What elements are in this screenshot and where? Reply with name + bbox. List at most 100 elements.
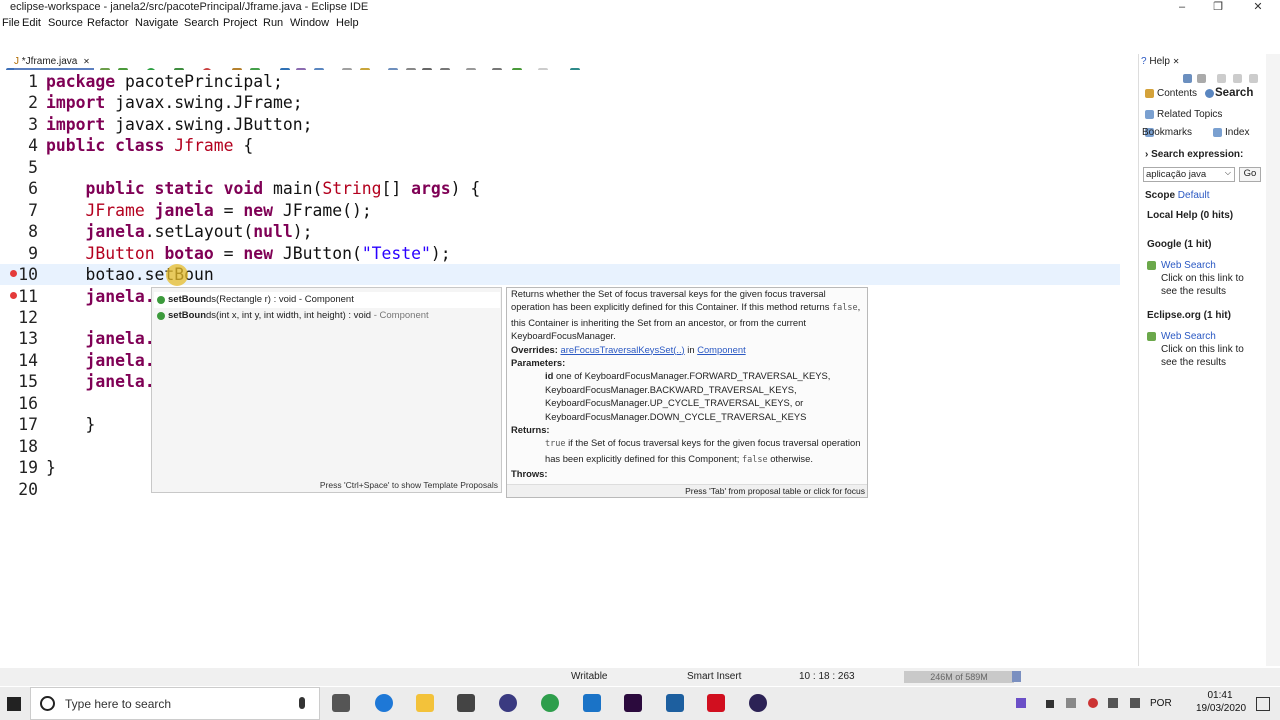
- line-number: 9: [28, 243, 38, 263]
- toc-icon[interactable]: [1183, 74, 1192, 83]
- search-link[interactable]: Search: [1215, 87, 1253, 99]
- tab-close-icon[interactable]: ✕: [83, 57, 90, 66]
- forward-icon[interactable]: [1233, 74, 1242, 83]
- help-tab[interactable]: ? Help ✕: [1141, 56, 1179, 67]
- menu-project[interactable]: Project: [223, 17, 257, 29]
- eclipse-icon[interactable]: [749, 694, 767, 712]
- menu-edit[interactable]: Edit: [22, 17, 41, 29]
- code-line[interactable]: 5: [0, 157, 1120, 178]
- main-toolbar: [0, 32, 1280, 78]
- javadoc-returns: true if the Set of focus traversal keys …: [545, 437, 861, 465]
- index-link[interactable]: Index: [1225, 127, 1249, 138]
- maximize-button[interactable]: ❐: [1198, 0, 1238, 14]
- menu-file[interactable]: File: [2, 17, 20, 29]
- tray-chevron-icon[interactable]: [1046, 700, 1054, 708]
- line-number: 5: [28, 157, 38, 177]
- proposal-match: setBoun: [168, 294, 206, 305]
- code-token: janela: [85, 222, 145, 242]
- search-expression-input[interactable]: aplicação java ⌵: [1143, 167, 1235, 182]
- back-icon[interactable]: [1217, 74, 1226, 83]
- mail-icon[interactable]: [583, 694, 601, 712]
- proposal-item[interactable]: setBounds(int x, int y, int width, int h…: [154, 308, 500, 324]
- tray-app-icon[interactable]: [1016, 698, 1026, 708]
- code-text: janela.: [46, 350, 154, 371]
- taskbar-search[interactable]: Type here to search: [30, 687, 320, 720]
- content-assist-popup[interactable]: setBounds(Rectangle r) : void - Componen…: [151, 287, 502, 493]
- menu-refactor[interactable]: Refactor: [87, 17, 129, 29]
- cloud-icon[interactable]: [1108, 698, 1118, 708]
- code-line[interactable]: 3 import javax.swing.JButton;: [0, 114, 1120, 135]
- eclipse-installer-icon[interactable]: [499, 694, 517, 712]
- proposal-item[interactable]: setBounds(Rectangle r) : void - Componen…: [154, 292, 500, 308]
- menu-source[interactable]: Source: [48, 17, 83, 29]
- line-number: 6: [28, 179, 38, 199]
- chrome-icon[interactable]: [541, 694, 559, 712]
- tab-jframe-java[interactable]: J *Jframe.java ✕: [14, 56, 94, 70]
- heap-status[interactable]: 246M of 589M: [904, 671, 1014, 683]
- windows-start-icon[interactable]: [7, 697, 21, 711]
- code-line[interactable]: 7 JFrame janela = new JFrame();: [0, 200, 1120, 221]
- system-clock[interactable]: 01:41 19/03/2020: [1196, 689, 1246, 715]
- local-help-section[interactable]: Local Help (0 hits): [1147, 210, 1233, 221]
- code-line[interactable]: 8 janela.setLayout(null);: [0, 221, 1120, 242]
- microphone-icon[interactable]: [299, 697, 305, 709]
- code-text: JButton botao = new JButton("Teste");: [46, 243, 450, 264]
- volume-icon[interactable]: [1130, 698, 1140, 708]
- eclipse-org-section[interactable]: Eclipse.org (1 hit): [1147, 310, 1231, 321]
- notifications-icon[interactable]: [1256, 697, 1270, 711]
- google-section[interactable]: Google (1 hit): [1147, 239, 1211, 250]
- edge-icon[interactable]: [375, 694, 393, 712]
- search-expression-label: › Search expression:: [1145, 149, 1244, 160]
- javadoc-description: Returns whether the Set of focus travers…: [511, 288, 861, 342]
- premiere-icon[interactable]: [624, 694, 642, 712]
- show-in-toc-icon[interactable]: [1197, 74, 1206, 83]
- code-line[interactable]: 9 JButton botao = new JButton("Teste");: [0, 243, 1120, 264]
- antivirus-icon[interactable]: [1088, 698, 1098, 708]
- menu-navigate[interactable]: Navigate: [135, 17, 178, 29]
- google-hint-line2: see the results: [1161, 286, 1227, 297]
- menu-help[interactable]: Help: [336, 17, 359, 29]
- contents-link[interactable]: Contents: [1157, 88, 1197, 99]
- go-button[interactable]: Go: [1239, 167, 1261, 182]
- file-explorer-icon[interactable]: [416, 694, 434, 712]
- menu-window[interactable]: Window: [290, 17, 329, 29]
- overrides-link[interactable]: areFocusTraversalKeysSet(..): [561, 344, 685, 355]
- network-icon[interactable]: [1066, 698, 1076, 708]
- netflix-icon[interactable]: [707, 694, 725, 712]
- code-token: =: [213, 243, 244, 263]
- web-search-link-google[interactable]: Web Search: [1161, 260, 1216, 271]
- javadoc-hover[interactable]: Returns whether the Set of focus travers…: [506, 287, 868, 498]
- related-topics-link[interactable]: Related Topics: [1157, 109, 1222, 120]
- proposal-signature: ds(int x, int y, int width, int height) …: [206, 310, 372, 321]
- component-link[interactable]: Component: [697, 344, 745, 355]
- store-icon[interactable]: [457, 694, 475, 712]
- garbage-collect-icon[interactable]: [1012, 671, 1021, 682]
- code-line[interactable]: 1 package pacotePrincipal;: [0, 71, 1120, 92]
- code-token: janela.: [85, 329, 155, 349]
- code-line[interactable]: 6 public static void main(String[] args)…: [0, 178, 1120, 199]
- task-view-icon[interactable]: [332, 694, 350, 712]
- menu-search[interactable]: Search: [184, 17, 219, 29]
- code-line[interactable]: 2 import javax.swing.JFrame;: [0, 92, 1120, 113]
- code-line[interactable]: 4 public class Jframe {: [0, 135, 1120, 156]
- code-token: janela: [154, 200, 214, 220]
- scope-label: Scope: [1145, 190, 1176, 201]
- home-icon[interactable]: [1249, 74, 1258, 83]
- code-token: JButton(: [273, 243, 362, 263]
- web-search-link-eclipse[interactable]: Web Search: [1161, 331, 1216, 342]
- bookmarks-link[interactable]: Bookmarks: [1142, 127, 1192, 138]
- tab-label: *Jframe.java: [21, 56, 78, 67]
- input-language[interactable]: POR: [1150, 698, 1172, 709]
- close-button[interactable]: ✕: [1238, 0, 1278, 14]
- code-token: pacotePrincipal;: [115, 72, 283, 91]
- remote-desktop-icon[interactable]: [666, 694, 684, 712]
- scope-default-link[interactable]: Default: [1178, 190, 1210, 201]
- status-insert-mode: Smart Insert: [687, 671, 742, 682]
- code-token: package: [46, 72, 116, 91]
- dropdown-arrow-icon[interactable]: ⌵: [1225, 168, 1231, 178]
- minimize-button[interactable]: –: [1162, 0, 1202, 14]
- help-tab-close-icon[interactable]: ✕: [1173, 57, 1180, 66]
- menu-run[interactable]: Run: [263, 17, 283, 29]
- code-text: public static void main(String[] args) {: [46, 178, 480, 199]
- status-cursor-position: 10 : 18 : 263: [799, 671, 855, 682]
